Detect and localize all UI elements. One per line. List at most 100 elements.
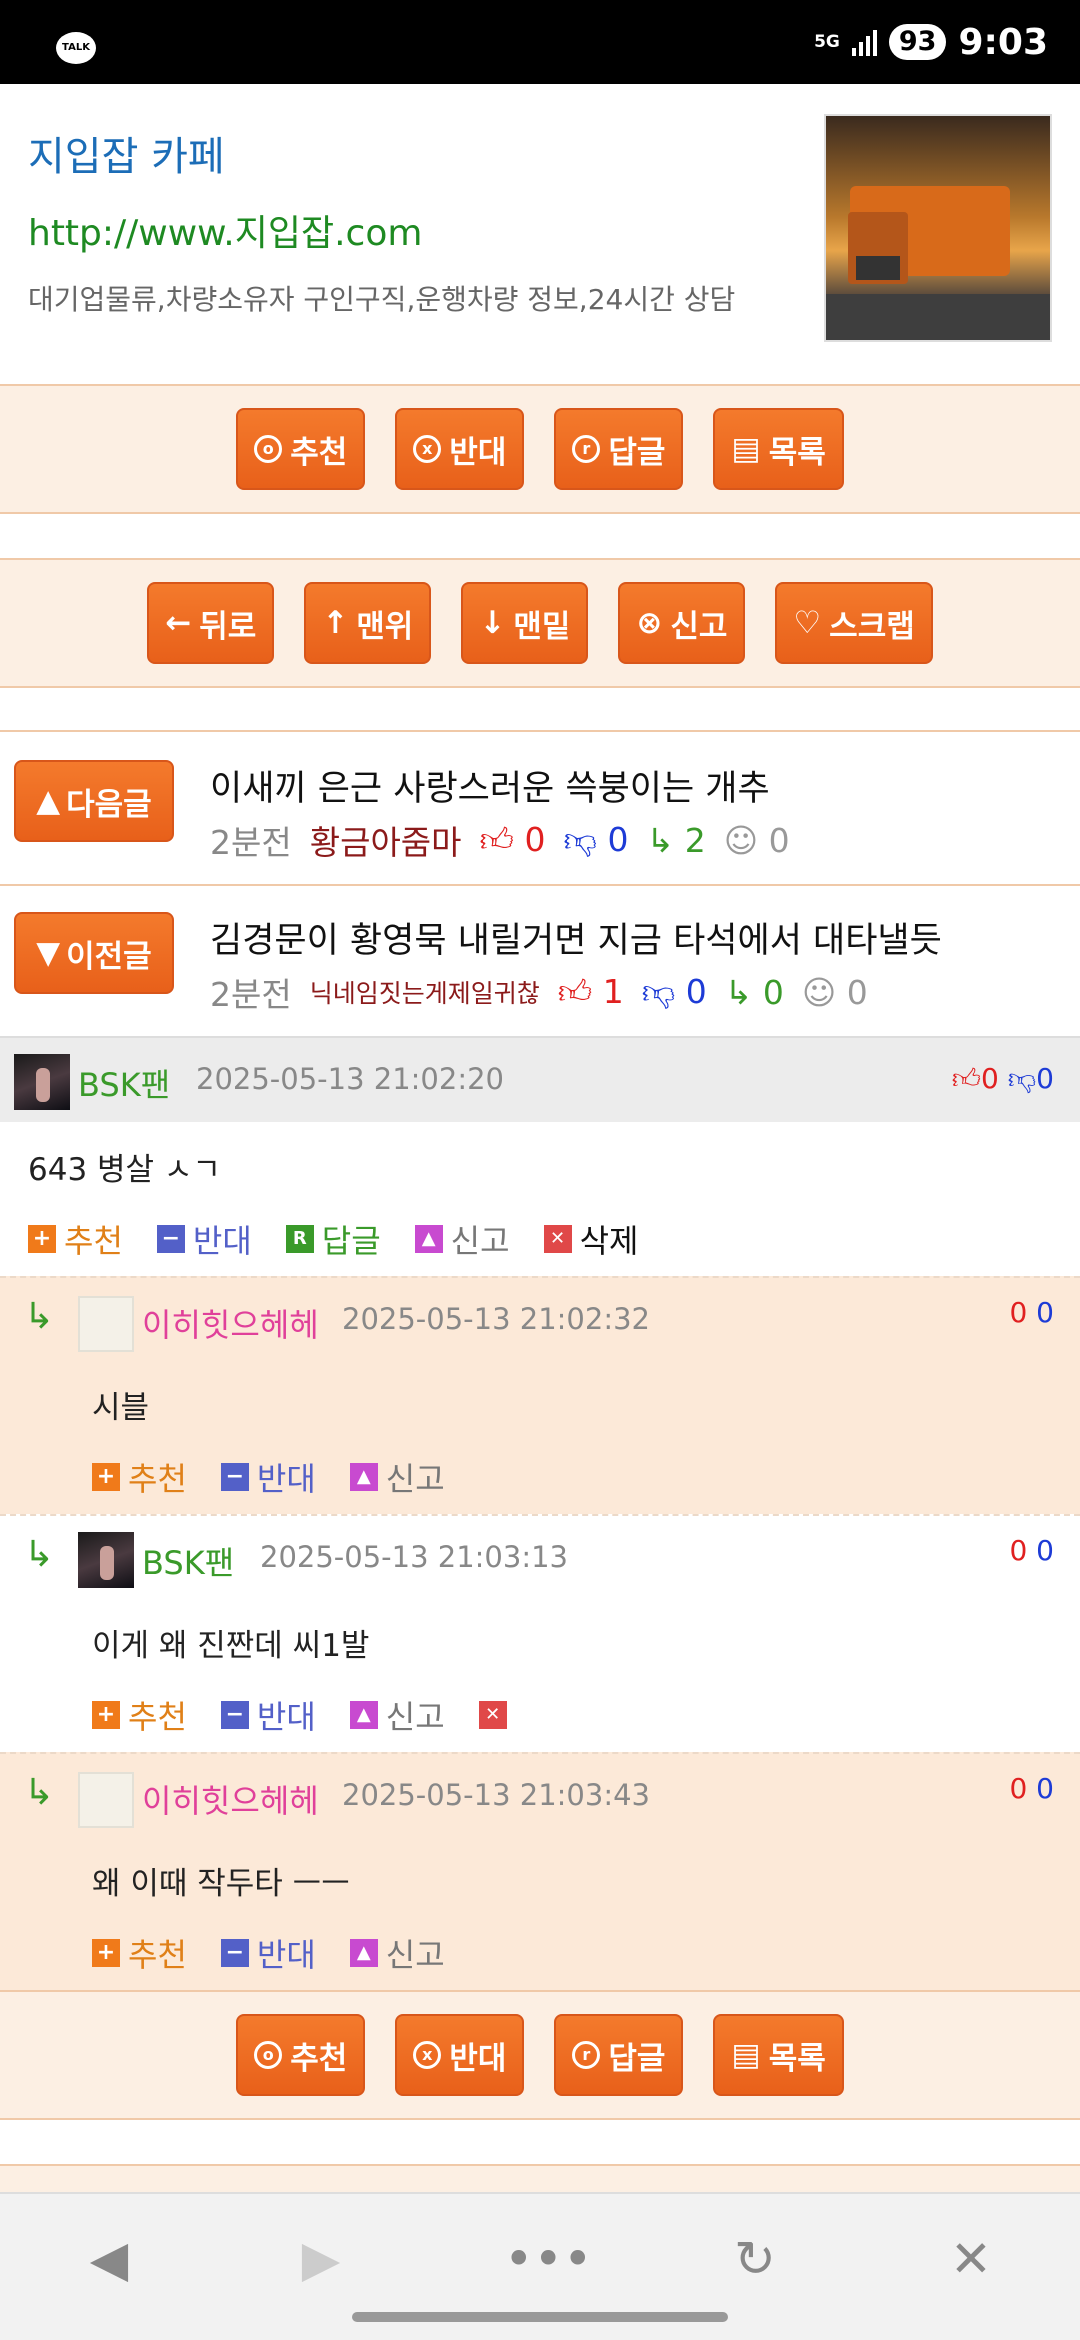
circle-r-icon: r xyxy=(572,435,601,463)
arrow-down-icon: ↓ xyxy=(479,605,506,641)
reply-votes: 0 0 xyxy=(1009,1534,1054,1567)
minus-icon: − xyxy=(220,1939,249,1967)
forward-icon[interactable]: ▶ xyxy=(286,2230,356,2288)
ad-url[interactable]: http://www.지입잡.com xyxy=(28,204,422,256)
bottom-button[interactable]: ↓ 맨밑 xyxy=(461,582,589,664)
cafe-ad-banner[interactable]: 지입잡 카페 http://www.지입잡.com 대기업물류,차량소유자 구인… xyxy=(0,84,1080,384)
delete-x-icon: ✕ xyxy=(478,1701,507,1729)
ad-title[interactable]: 지입잡 카페 xyxy=(28,124,225,182)
list-button[interactable]: ▤ 목록 xyxy=(713,408,844,490)
reply-text: 왜 이때 작두타 ㅡㅡ xyxy=(92,1866,350,1902)
next-post-row[interactable]: ▲ 다음글 이새끼 은근 사랑스러운 쓱붕이는 개추 2분전 황금아줌마 👍︎ 0… xyxy=(0,730,1080,884)
reply-recommend[interactable]: + 추천 xyxy=(92,1930,187,1976)
minus-icon: − xyxy=(220,1701,249,1729)
more-icon[interactable]: ••• xyxy=(504,2230,592,2288)
minus-icon: − xyxy=(156,1225,185,1253)
recommend-button[interactable]: o 추천 xyxy=(236,2014,366,2096)
reply-oppose[interactable]: − 반대 xyxy=(220,1454,316,1500)
report-icon: ⊗ xyxy=(636,605,663,641)
reply-report[interactable]: ▲ 신고 xyxy=(349,1692,445,1738)
prev-post-button[interactable]: ▼ 이전글 xyxy=(14,912,174,994)
reply-recommend[interactable]: + 추천 xyxy=(92,1692,187,1738)
reply-arrow-icon: ↳ xyxy=(646,820,675,860)
prev-post-row[interactable]: ▼ 이전글 김경문이 황영묵 내릴거면 지금 타석에서 대타낼듯 2분전 닉네임짓… xyxy=(0,884,1080,1036)
reply-oppose[interactable]: − 반대 xyxy=(220,1692,316,1738)
reply-author[interactable]: 이히힛으헤헤 xyxy=(142,1300,319,1346)
triangle-down-icon: ▼ xyxy=(36,935,61,971)
reply-button[interactable]: r 답글 xyxy=(554,408,684,490)
reply-date: 2025-05-13 21:02:32 xyxy=(342,1302,650,1336)
comment-delete[interactable]: ✕ 삭제 xyxy=(543,1216,638,1262)
comment-reply[interactable]: R 답글 xyxy=(285,1216,381,1262)
status-bar: TALK 5G 93 9:03 xyxy=(0,0,1080,84)
truck-image[interactable] xyxy=(824,114,1052,342)
siren-icon: ▲ xyxy=(349,1939,378,1967)
reply-arrow-icon: ↳ xyxy=(24,1534,55,1575)
avatar xyxy=(78,1296,134,1352)
post-action-bar-top: o 추천 x 반대 r 답글 ▤ 목록 xyxy=(0,384,1080,514)
reply-report[interactable]: ▲ 신고 xyxy=(349,1930,445,1976)
plus-icon: + xyxy=(92,1463,120,1491)
nav-action-bar: ← 뒤로 ↑ 맨위 ↓ 맨밑 ⊗ 신고 ♡ 스크랩 xyxy=(0,558,1080,688)
thumbs-up-icon: 👍︎ xyxy=(479,820,515,859)
reply-author[interactable]: 이히힛으헤헤 xyxy=(142,1776,319,1822)
battery-level: 93 xyxy=(888,24,947,60)
report-button[interactable]: ⊗ 신고 xyxy=(618,582,746,664)
thumbs-down-icon: 👎︎ xyxy=(1007,1062,1037,1095)
list-icon: ▤ xyxy=(731,431,761,467)
reply-delete[interactable]: ✕ xyxy=(478,1701,507,1729)
network-5g-icon: 5G xyxy=(814,31,840,52)
reply-oppose[interactable]: − 반대 xyxy=(220,1930,316,1976)
plus-icon: + xyxy=(28,1225,56,1253)
reply-author[interactable]: BSK팬 xyxy=(142,1538,234,1584)
reply-votes: 0 0 xyxy=(1009,1772,1054,1805)
arrow-left-icon: ← xyxy=(165,605,192,641)
list-icon: ▤ xyxy=(731,2037,761,2073)
next-post-button[interactable]: ▲ 다음글 xyxy=(14,760,174,842)
reply-arrow-icon: ↳ xyxy=(724,972,753,1012)
refresh-icon[interactable]: ↻ xyxy=(720,2230,790,2288)
reply-date: 2025-05-13 21:03:43 xyxy=(342,1778,650,1812)
minus-icon: − xyxy=(220,1463,249,1491)
list-button[interactable]: ▤ 목록 xyxy=(713,2014,844,2096)
plus-icon: + xyxy=(92,1701,120,1729)
reply-report[interactable]: ▲ 신고 xyxy=(349,1454,445,1500)
oppose-button[interactable]: x 반대 xyxy=(395,408,525,490)
thumbs-up-icon: 👍︎ xyxy=(951,1062,982,1095)
clock: 9:03 xyxy=(958,21,1048,63)
next-post-author: 황금아줌마 xyxy=(309,823,462,862)
siren-icon: ▲ xyxy=(349,1701,378,1729)
comment-report[interactable]: ▲ 신고 xyxy=(414,1216,510,1262)
oppose-button[interactable]: x 반대 xyxy=(395,2014,525,2096)
home-indicator[interactable] xyxy=(352,2312,728,2322)
circle-o-icon: o xyxy=(254,2041,283,2069)
prev-post-author: 닉네임짓는게제일귀찮 xyxy=(309,979,540,1008)
reply-arrow-icon: ↳ xyxy=(24,1296,55,1337)
comment-oppose[interactable]: − 반대 xyxy=(156,1216,252,1262)
reply-actions: + 추천 − 반대 ▲ 신고 xyxy=(92,1930,479,1976)
smiley-icon: ☺ xyxy=(801,972,837,1012)
reply-r-icon: R xyxy=(285,1225,314,1253)
back-button[interactable]: ← 뒤로 xyxy=(147,582,275,664)
scrap-button[interactable]: ♡ 스크랩 xyxy=(775,582,933,664)
prev-post-title[interactable]: 김경문이 황영묵 내릴거면 지금 타석에서 대타낼듯 xyxy=(210,912,942,963)
thumbs-down-icon: 👎︎ xyxy=(641,972,676,1011)
heart-icon: ♡ xyxy=(793,605,822,641)
plus-icon: + xyxy=(92,1939,120,1967)
triangle-up-icon: ▲ xyxy=(36,783,61,819)
next-post-title[interactable]: 이새끼 은근 사랑스러운 쓱붕이는 개추 xyxy=(210,760,770,811)
close-icon[interactable]: ✕ xyxy=(936,2230,1006,2288)
comment-author[interactable]: BSK팬 xyxy=(78,1060,170,1106)
circle-r-icon: r xyxy=(572,2041,601,2069)
next-post-meta: 2분전 황금아줌마 👍︎ 0 👎︎ 0 ↳ 2 ☺ 0 xyxy=(210,816,790,864)
top-button[interactable]: ↑ 맨위 xyxy=(304,582,432,664)
post-action-bar-bottom: o 추천 x 반대 r 답글 ▤ 목록 xyxy=(0,1990,1080,2120)
reply-recommend[interactable]: + 추천 xyxy=(92,1454,187,1500)
avatar xyxy=(78,1772,134,1828)
back-icon[interactable]: ◀ xyxy=(74,2230,144,2288)
reply-button[interactable]: r 답글 xyxy=(554,2014,684,2096)
reply-item: ↳ 이히힛으헤헤 2025-05-13 21:03:43 0 0 왜 이때 작두… xyxy=(0,1752,1080,1990)
comment-recommend[interactable]: + 추천 xyxy=(28,1216,123,1262)
kakaotalk-icon: TALK xyxy=(56,32,96,64)
recommend-button[interactable]: o 추천 xyxy=(236,408,366,490)
